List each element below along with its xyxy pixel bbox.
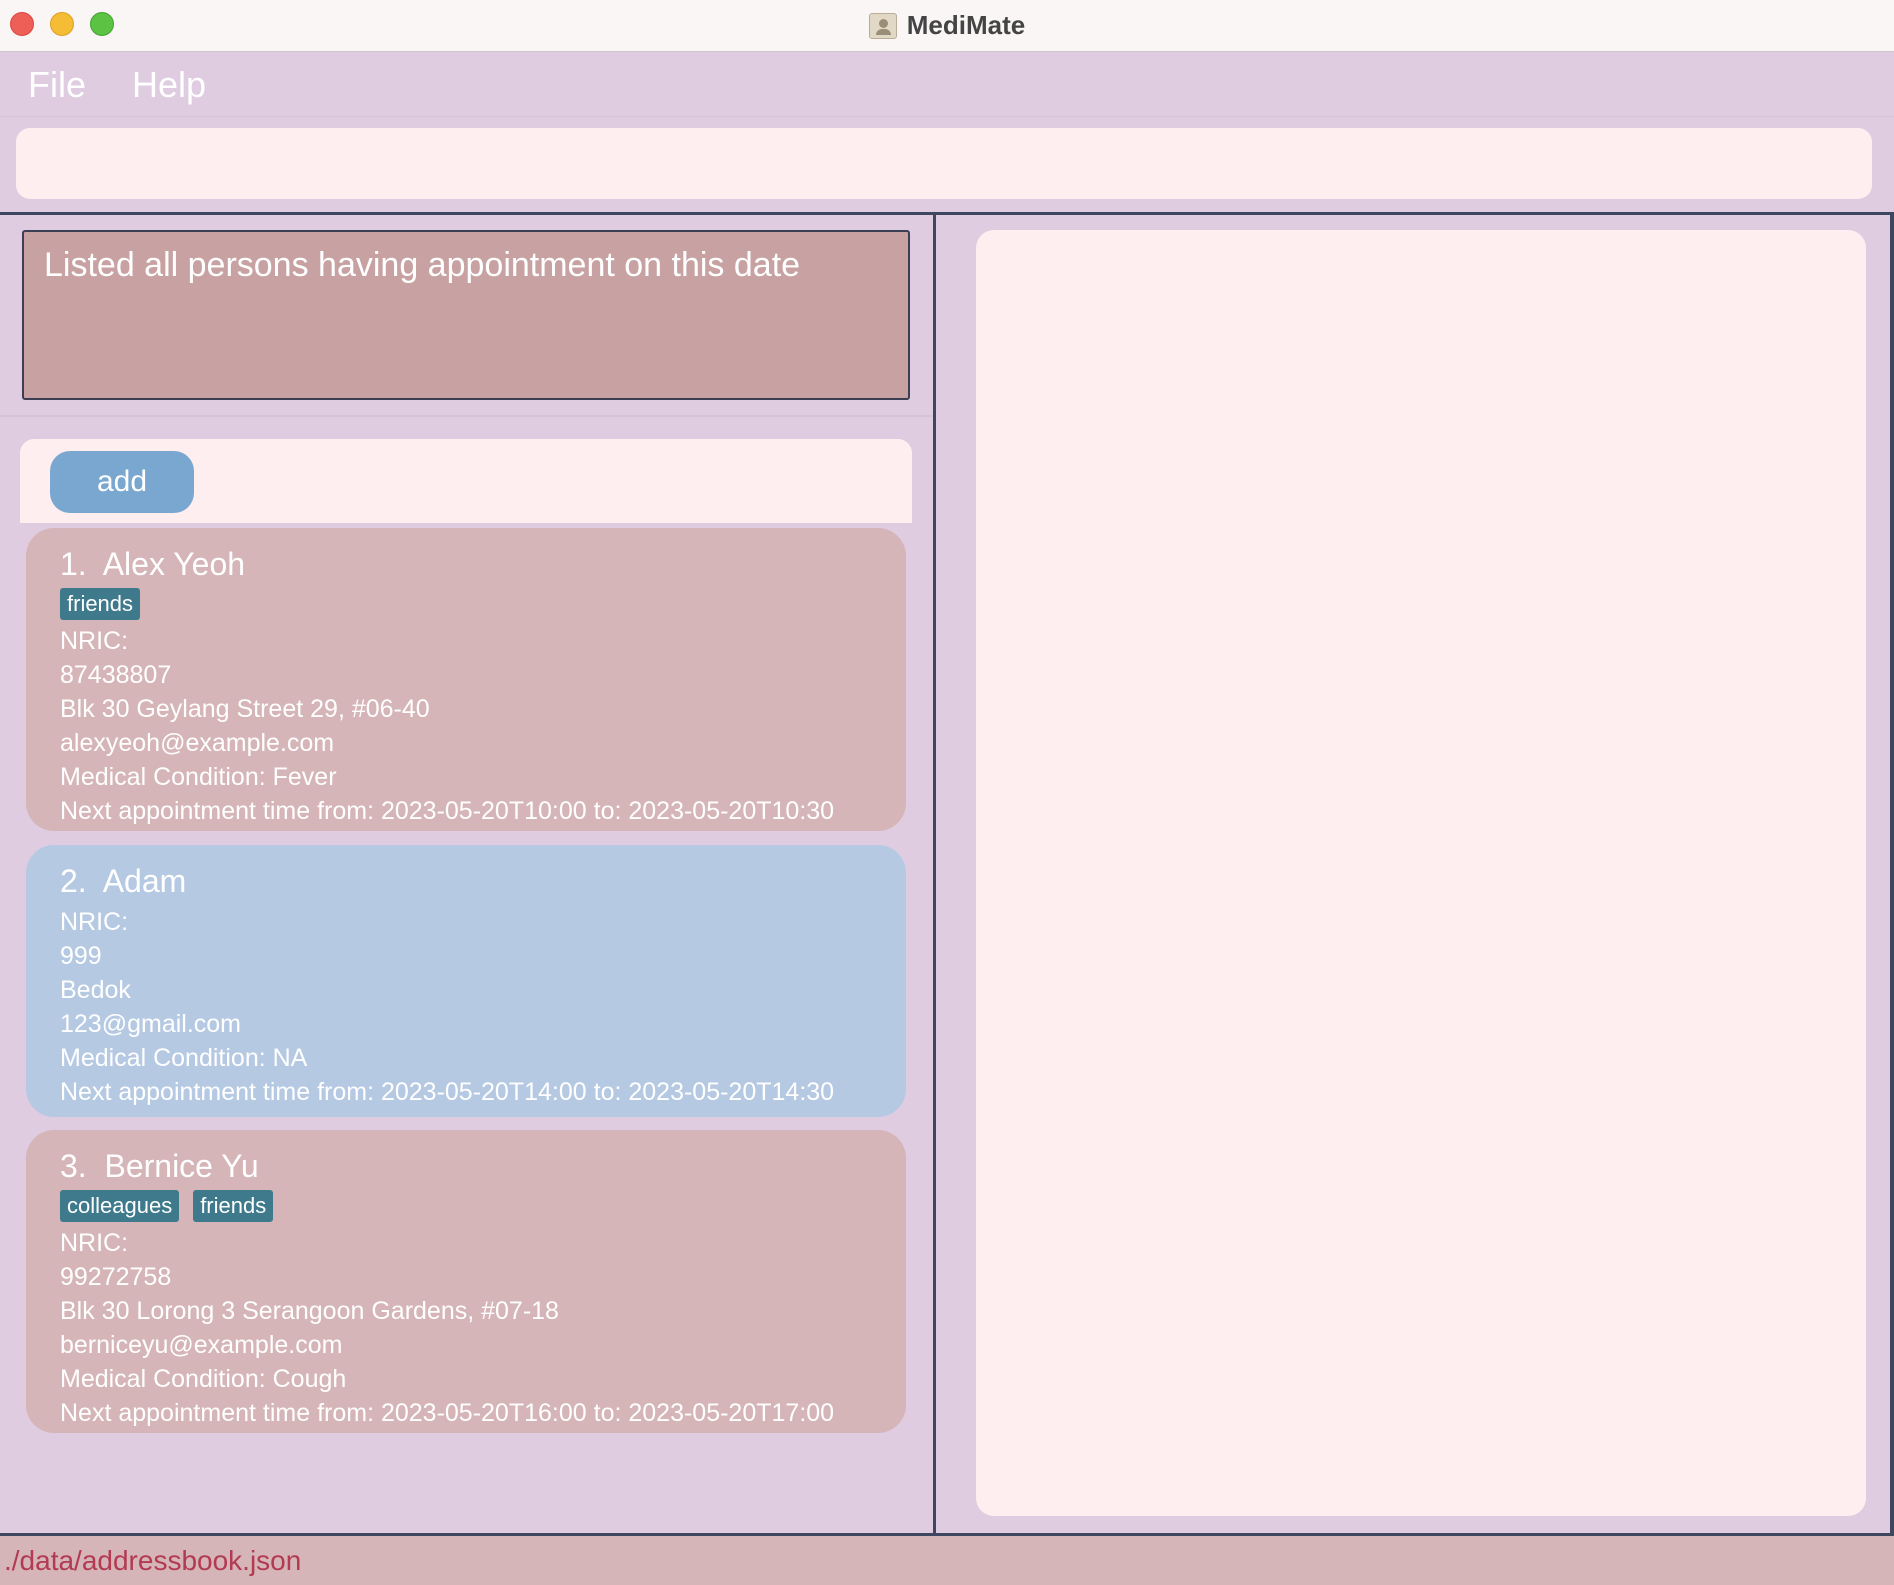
person-card[interactable]: 1. Alex Yeoh friends NRIC: 87438807 Blk …: [26, 528, 906, 831]
person-address: Blk 30 Geylang Street 29, #06-40: [60, 695, 430, 723]
person-condition: Medical Condition: Fever: [60, 763, 337, 791]
person-condition: Medical Condition: NA: [60, 1044, 308, 1072]
person-nric: NRIC:: [60, 1229, 129, 1257]
close-window-button[interactable]: [10, 12, 34, 36]
person-address: Bedok: [60, 976, 131, 1004]
person-phone: 87438807: [60, 661, 172, 689]
person-nric: NRIC:: [60, 908, 129, 936]
person-name: Alex Yeoh: [102, 546, 246, 582]
maximize-window-button[interactable]: [90, 12, 114, 36]
person-condition: Medical Condition: Cough: [60, 1365, 347, 1393]
person-appointment: Next appointment time from: 2023-05-20T1…: [60, 797, 835, 825]
person-card[interactable]: 2. Adam NRIC: 999 Bedok 123@gmail.com Me…: [26, 845, 906, 1117]
menu-bar: File Help: [0, 53, 1894, 117]
window-controls: [10, 12, 114, 36]
person-name-line: 1. Alex Yeoh: [60, 544, 872, 584]
title-bar: MediMate: [0, 0, 1894, 52]
person-phone: 99272758: [60, 1263, 172, 1291]
status-bar: ./data/addressbook.json: [0, 1533, 1894, 1585]
person-appointment: Next appointment time from: 2023-05-20T1…: [60, 1078, 835, 1106]
menu-file[interactable]: File: [28, 64, 86, 106]
tag: friends: [60, 588, 141, 620]
tag: friends: [193, 1190, 274, 1222]
person-email: 123@gmail.com: [60, 1010, 242, 1038]
detail-panel: [976, 230, 1866, 1516]
person-address: Blk 30 Lorong 3 Serangoon Gardens, #07-1…: [60, 1297, 559, 1325]
right-border: [1890, 215, 1894, 1533]
person-nric: NRIC:: [60, 627, 129, 655]
tag-list: friends: [60, 588, 872, 620]
person-index: 2.: [60, 863, 87, 899]
person-appointment: Next appointment time from: 2023-05-20T1…: [60, 1399, 835, 1427]
person-email: berniceyu@example.com: [60, 1331, 343, 1359]
add-button[interactable]: add: [50, 451, 194, 513]
person-phone: 999: [60, 942, 102, 970]
pane-splitter[interactable]: [933, 215, 936, 1533]
minimize-window-button[interactable]: [50, 12, 74, 36]
result-separator: [0, 415, 934, 417]
person-name: Adam: [102, 863, 187, 899]
address-book-icon: [868, 12, 897, 39]
command-input[interactable]: [16, 128, 1872, 199]
result-display: Listed all persons having appointment on…: [22, 230, 910, 400]
tag: colleagues: [60, 1190, 180, 1222]
person-name-line: 3. Bernice Yu: [60, 1146, 872, 1186]
person-index: 3.: [60, 1148, 87, 1184]
menu-help[interactable]: Help: [132, 64, 206, 106]
person-card[interactable]: 3. Bernice Yu colleagues friends NRIC: 9…: [26, 1130, 906, 1433]
person-name: Bernice Yu: [104, 1148, 259, 1184]
save-file-path: ./data/addressbook.json: [4, 1544, 302, 1576]
toolbar-strip: add: [20, 439, 912, 523]
window-title-group: MediMate: [868, 10, 1026, 41]
person-index: 1.: [60, 546, 87, 582]
tag-list: colleagues friends: [60, 1190, 872, 1222]
person-name-line: 2. Adam: [60, 861, 872, 901]
window-title: MediMate: [906, 10, 1026, 40]
left-pane: Listed all persons having appointment on…: [0, 215, 934, 1533]
person-email: alexyeoh@example.com: [60, 729, 335, 757]
